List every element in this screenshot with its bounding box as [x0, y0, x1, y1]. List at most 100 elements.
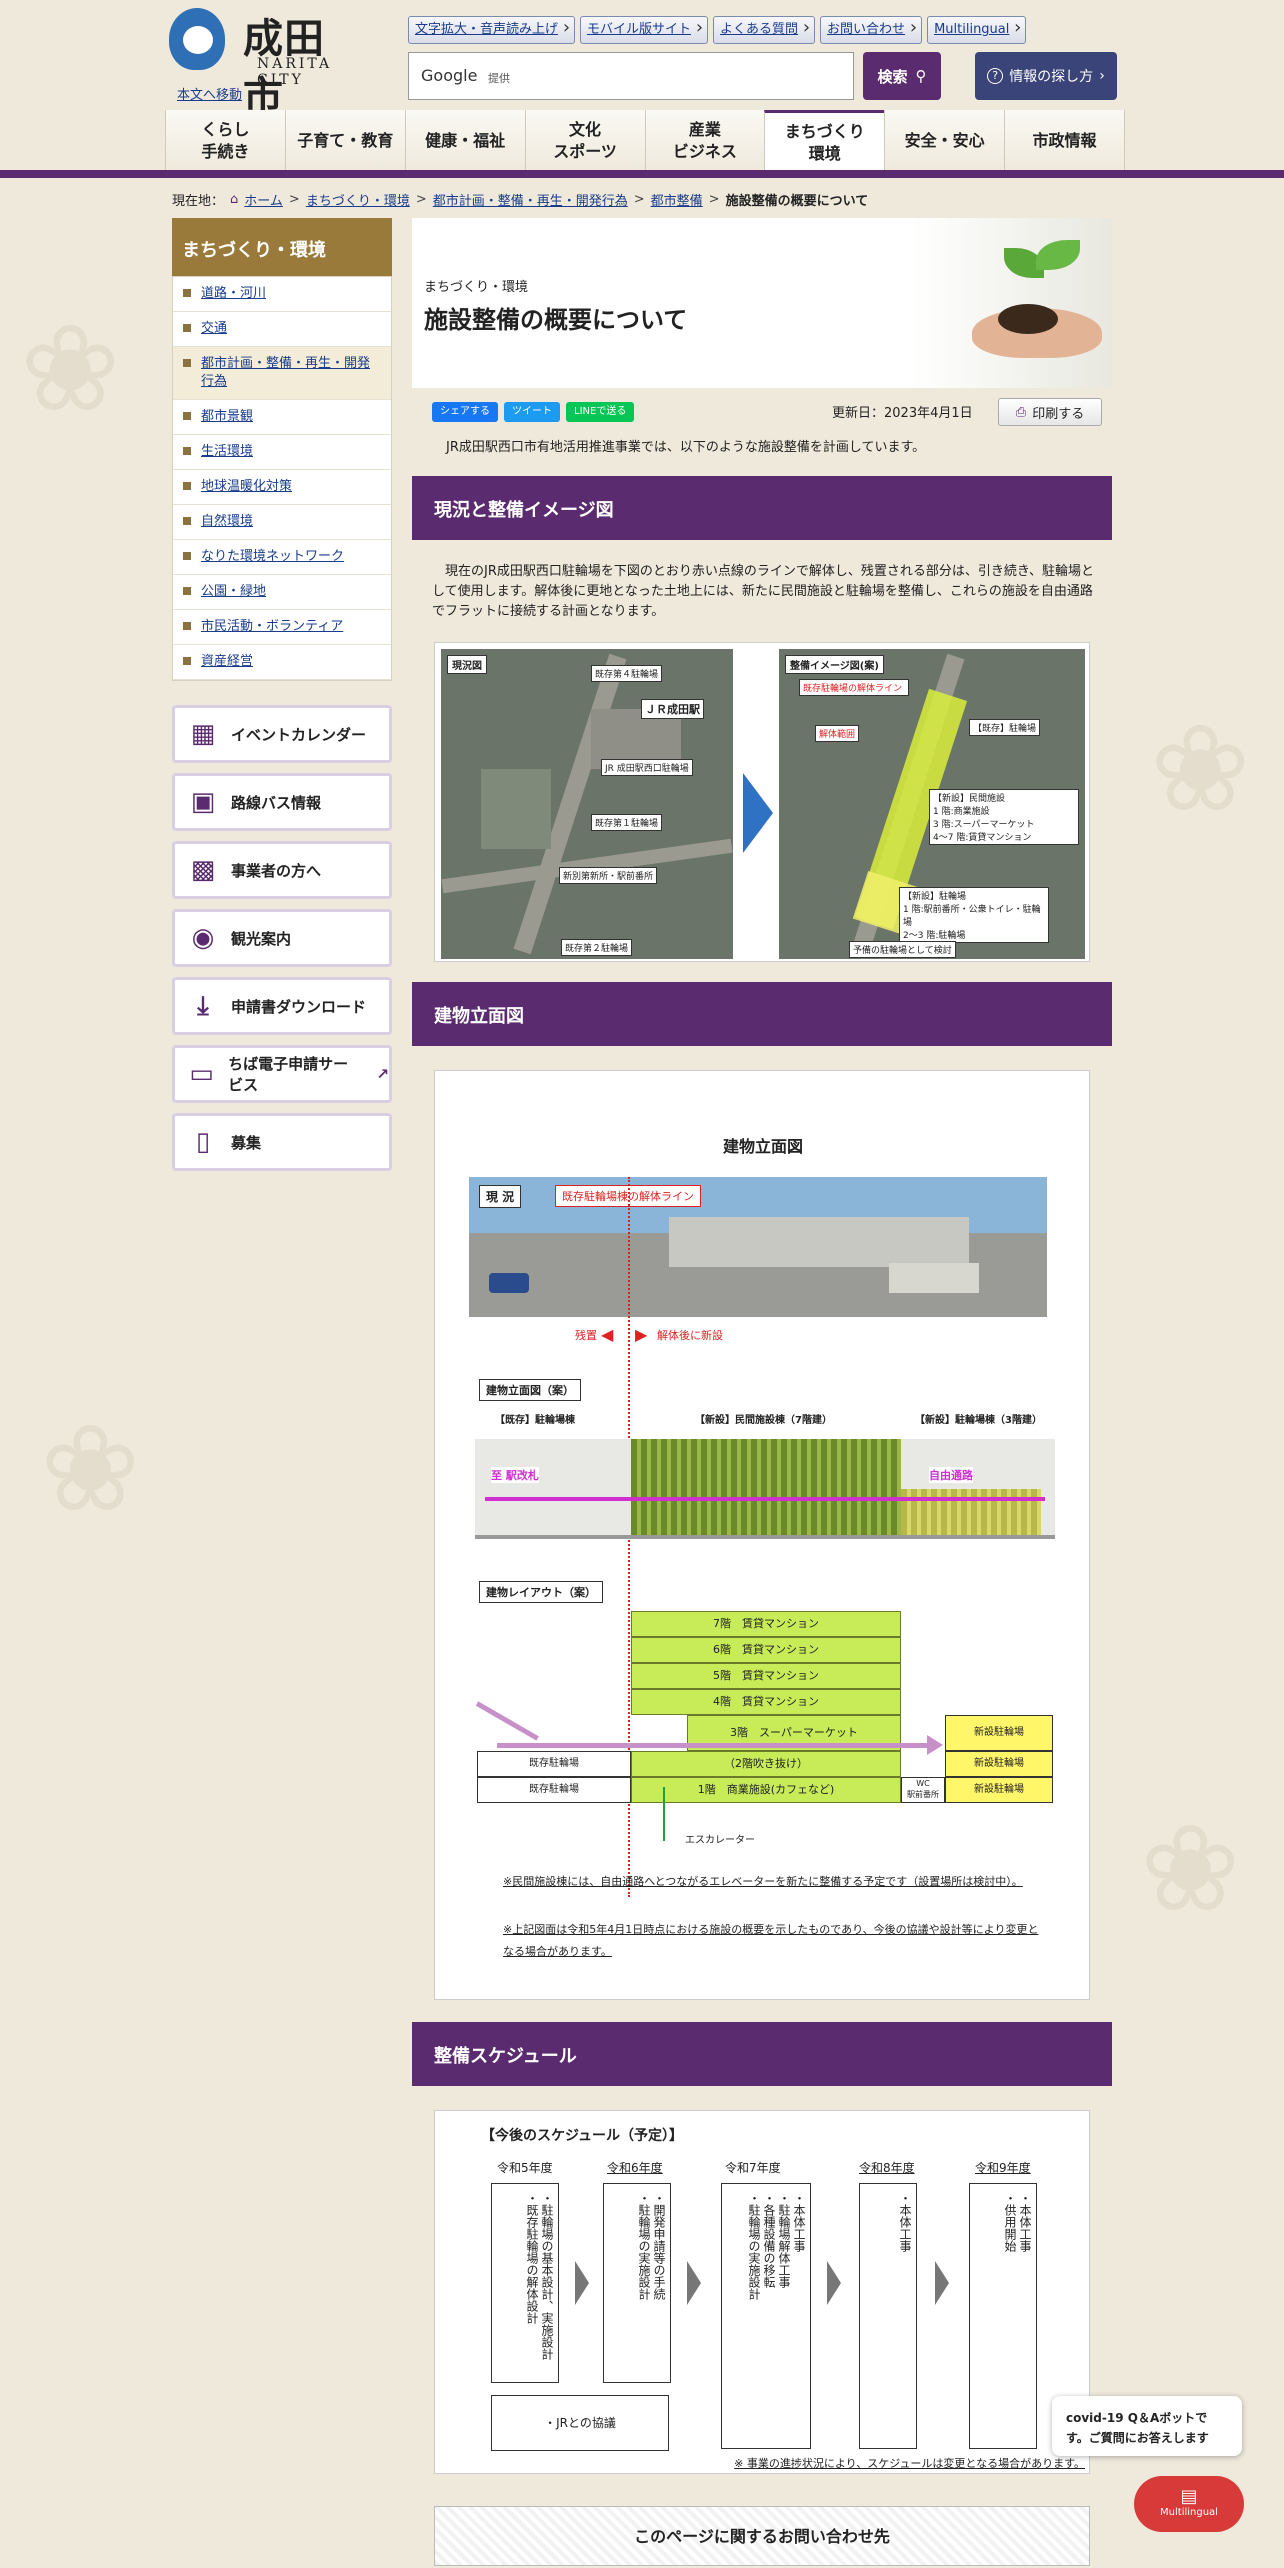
- breadcrumb-planning[interactable]: 都市計画・整備・再生・開発行為: [433, 190, 628, 209]
- sidebar-item-urban-planning[interactable]: 都市計画・整備・再生・開発行為: [173, 347, 391, 400]
- sidebar-item-living-env[interactable]: 生活環境: [173, 435, 391, 470]
- schedule-step: ・本体工事 ・供用開始: [969, 2183, 1037, 2449]
- gnav-item-health[interactable]: 健康・福祉: [404, 110, 525, 172]
- gnav-item-culture[interactable]: 文化 スポーツ: [524, 110, 645, 172]
- sidebar-item-volunteer[interactable]: 市民活動・ボランティア: [173, 610, 391, 645]
- computer-icon: ▭: [189, 1059, 214, 1089]
- main-content: まちづくり・環境 施設整備の概要について シェアする ツイート LINEで送る …: [412, 218, 1112, 2566]
- sidebar-item-label[interactable]: 地球温暖化対策: [201, 479, 292, 494]
- faq-link[interactable]: よくある質問: [713, 15, 816, 44]
- sidebar-item-roads[interactable]: 道路・河川: [173, 277, 391, 312]
- gnav-label: まちづくり 環境: [784, 121, 865, 163]
- sidebar-item-network[interactable]: なりた環境ネットワーク: [173, 540, 391, 575]
- how-to-search-button[interactable]: ? 情報の探し方 ›: [975, 52, 1117, 100]
- breadcrumb-urban[interactable]: まちづくり・環境: [306, 190, 410, 209]
- elevation-new-parking-label: 【新設】駐輪場棟（3階建）: [915, 1415, 1042, 1426]
- background-decoration: ❀: [20, 300, 121, 439]
- banner-e-application[interactable]: ▭ ちば電子申請サービス ↗: [172, 1045, 392, 1103]
- sidebar-item-nature[interactable]: 自然環境: [173, 505, 391, 540]
- gnav-item-childcare[interactable]: 子育て・教育: [284, 110, 405, 172]
- banner-label: イベントカレンダー: [231, 725, 367, 744]
- sidebar-item-label[interactable]: 都市計画・整備・再生・開発行為: [201, 356, 370, 389]
- section-heading: 整備スケジュール: [412, 2022, 1112, 2086]
- breadcrumb-home[interactable]: ホーム: [244, 190, 283, 209]
- chatbot-bubble[interactable]: covid-19 Q＆Aボットです。ご質問にお答えします: [1052, 2396, 1242, 2456]
- gnav-item-business[interactable]: 産業 ビジネス: [644, 110, 765, 172]
- map-label: ＪＲ成田駅: [641, 699, 704, 719]
- arrow-right-icon: [927, 1735, 943, 1755]
- google-provided-label: 提供: [488, 72, 510, 85]
- arrow-right-icon: ▶: [635, 1325, 648, 1344]
- background-decoration: ❀: [40, 1400, 141, 1539]
- help-icon: ?: [987, 68, 1004, 84]
- schedule-year: 令和9年度: [975, 2161, 1031, 2175]
- intro-text: JR成田駅西口市有地活用推進事業では、以下のような施設整備を計画しています。: [446, 440, 926, 455]
- sidebar-item-label[interactable]: 道路・河川: [201, 286, 266, 301]
- sidebar-item-label[interactable]: 公園・緑地: [201, 584, 266, 599]
- sidebar: まちづくり・環境 道路・河川 交通 都市計画・整備・再生・開発行為 都市景観 生…: [172, 218, 392, 1171]
- gnav-item-government[interactable]: 市政情報: [1004, 110, 1125, 172]
- banner-business[interactable]: ▩ 事業者の方へ: [172, 841, 392, 899]
- sidebar-item-label[interactable]: 資産経営: [201, 654, 253, 669]
- new-parking-3f: 新設駐輪場: [945, 1715, 1053, 1751]
- gnav-item-safety[interactable]: 安全・安心: [884, 110, 1005, 172]
- sidebar-item-label[interactable]: 交通: [201, 321, 227, 336]
- calendar-icon: ▦: [190, 719, 216, 749]
- chatbot-button-label: Multilingual: [1160, 2507, 1218, 2518]
- site-logo[interactable]: 成田市 NARITA CITY: [165, 8, 365, 120]
- facebook-share-button[interactable]: シェアする: [432, 402, 498, 422]
- sidebar-item-label[interactable]: 自然環境: [201, 514, 253, 529]
- page-category: まちづくり・環境: [424, 280, 529, 295]
- section1-text: 現在のJR成田駅西口駐輪場を下図のとおり赤い点線のラインで解体し、残置される部分…: [432, 564, 1094, 619]
- banner-recruitment[interactable]: ▯ 募集: [172, 1113, 392, 1171]
- gnav-item-living[interactable]: くらし 手続き: [165, 110, 285, 172]
- gnav-item-urban[interactable]: まちづくり 環境: [764, 110, 885, 172]
- sidebar-item-label[interactable]: 生活環境: [201, 444, 253, 459]
- current-aerial-photo: 現況図 既存第４駐輪場 ＪＲ成田駅 JR 成田駅西口駐輪場 既存第１駐輪場 新別…: [441, 649, 733, 959]
- search-button[interactable]: 検索 ⚲: [863, 52, 941, 100]
- mobile-site-link[interactable]: モバイル版サイト: [580, 15, 709, 44]
- gnav-label: くらし 手続き: [201, 120, 250, 161]
- print-button[interactable]: ⎙ 印刷する: [998, 398, 1102, 426]
- facebook-share-label: シェアする: [440, 406, 490, 417]
- breadcrumb: 現在地： ⌂ ホーム > まちづくり・環境 > 都市計画・整備・再生・開発行為 …: [172, 190, 868, 209]
- sidebar-item-global-warming[interactable]: 地球温暖化対策: [173, 470, 391, 505]
- search-input[interactable]: Google 提供: [408, 52, 854, 100]
- sidebar-item-assets[interactable]: 資産経営: [173, 645, 391, 680]
- sidebar-item-label[interactable]: 市民活動・ボランティア: [201, 619, 343, 634]
- contact-link[interactable]: お問い合わせ: [820, 15, 923, 44]
- banner-event-calendar[interactable]: ▦ イベントカレンダー: [172, 705, 392, 763]
- arrow-up-left-icon: [475, 1701, 539, 1741]
- sidebar-item-parks[interactable]: 公園・緑地: [173, 575, 391, 610]
- map-label: 既存第１駐輪場: [591, 814, 663, 831]
- sidebar-item-label[interactable]: 都市景観: [201, 409, 253, 424]
- elevation-existing-label: 【既存】駐輪場棟: [495, 1415, 575, 1426]
- breadcrumb-development[interactable]: 都市整備: [651, 190, 703, 209]
- page-title-box: まちづくり・環境 施設整備の概要について: [412, 218, 1112, 388]
- skip-to-content-link[interactable]: 本文へ移動: [177, 84, 242, 103]
- arrow-right-icon: [687, 2261, 701, 2305]
- jr-consultation-box: ・JRとの協議: [491, 2395, 669, 2451]
- banner-download[interactable]: ⤓ 申請書ダウンロード: [172, 977, 392, 1035]
- arrow-right-icon: [935, 2261, 949, 2305]
- schedule-step: ・駐輪場の基本設計、実施設計 ・既存駐輪場の解体設計: [491, 2183, 559, 2383]
- line-share-button[interactable]: LINEで送る: [566, 402, 635, 422]
- plan-aerial-photo: 整備イメージ図(案) 既存駐輪場の解体ライン 解体範囲 【既存】駐輪場 【新設】…: [779, 649, 1085, 959]
- sidebar-item-landscape[interactable]: 都市景観: [173, 400, 391, 435]
- twitter-share-button[interactable]: ツイート: [504, 402, 560, 422]
- banner-bus[interactable]: ▣ 路線バス情報: [172, 773, 392, 831]
- line-share-label: LINEで送る: [574, 406, 627, 417]
- sidebar-item-label[interactable]: なりた環境ネットワーク: [201, 549, 344, 564]
- sidebar-item-transport[interactable]: 交通: [173, 312, 391, 347]
- nav-divider: [0, 170, 1284, 178]
- page: ❀ ❀ ❀ ❀ 成田市 NARITA CITY 本文へ移動 文字拡大・音声読み上…: [0, 0, 1284, 2568]
- multilingual-link[interactable]: Multilingual: [927, 15, 1027, 44]
- chatbot-button[interactable]: ▤ Multilingual: [1134, 2476, 1244, 2532]
- free-passage-label: 自由通路: [929, 1467, 973, 1483]
- global-navigation: くらし 手続き 子育て・教育 健康・福祉 文化 スポーツ 産業 ビジネス まちづ…: [165, 110, 1125, 172]
- elevation-drawing: [475, 1439, 1055, 1539]
- banner-tourism[interactable]: ◉ 観光案内: [172, 909, 392, 967]
- text-size-link[interactable]: 文字拡大・音声読み上げ: [408, 15, 576, 44]
- keep-label: 残置: [575, 1329, 597, 1342]
- map-label: 既存駐輪場の解体ライン: [799, 679, 909, 696]
